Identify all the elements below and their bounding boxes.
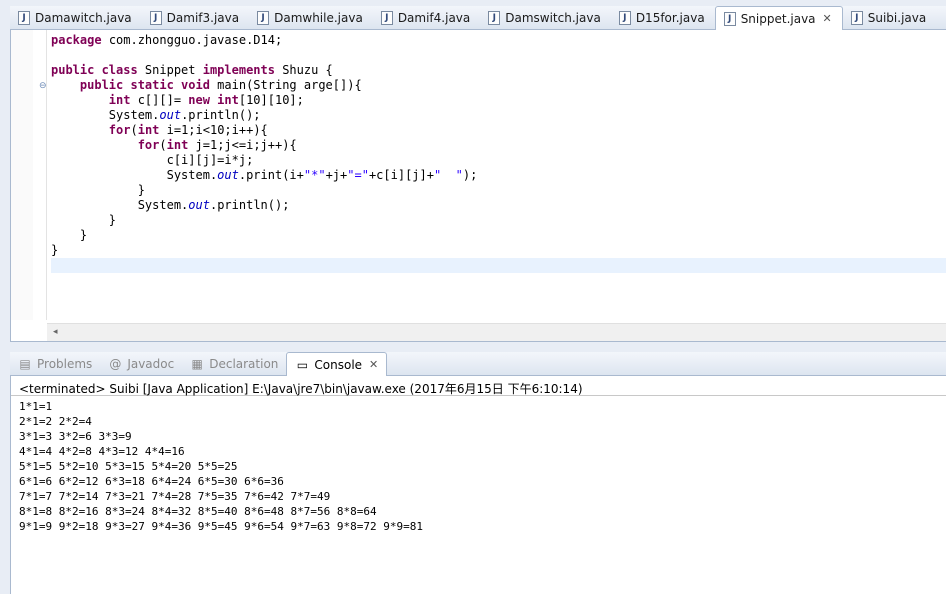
code-line: } xyxy=(51,243,59,257)
java-file-icon: J xyxy=(18,10,30,25)
tab-label: Damif4.java xyxy=(397,10,471,25)
code-line: int c[][]= new int[10][10]; xyxy=(108,93,304,107)
output-line: 5*1=5 5*2=10 5*3=15 5*4=20 5*5=25 xyxy=(19,460,238,473)
java-file-icon: J xyxy=(723,11,736,26)
output-line: 2*1=2 2*2=4 xyxy=(19,415,92,428)
code-line: for(int j=1;j<=i;j++){ xyxy=(137,138,297,152)
java-file-icon: J xyxy=(380,10,393,25)
output-line: 4*1=4 4*2=8 4*3=12 4*4=16 xyxy=(19,445,185,458)
scroll-left-icon[interactable]: ◂ xyxy=(53,327,58,337)
tab-suibi[interactable]: J Suibi.java xyxy=(843,6,936,29)
output-line: 8*1=8 8*2=16 8*3=24 8*4=32 8*5=40 8*6=48… xyxy=(19,505,377,518)
overview-ruler xyxy=(33,30,47,320)
output-line: 7*1=7 7*2=14 7*3=21 7*4=28 7*5=35 7*6=42… xyxy=(19,490,331,503)
java-file-icon: J xyxy=(850,10,863,25)
console-output[interactable]: 1*1=1 2*1=2 2*2=4 3*1=3 3*2=6 3*3=9 4*1=… xyxy=(11,396,946,534)
tab-label: Declaration xyxy=(209,356,279,371)
tab-d15for[interactable]: J D15for.java xyxy=(611,6,715,29)
tab-label: Suibi.java xyxy=(867,10,927,25)
at-icon: @ xyxy=(109,356,122,371)
editor-tab-bar: J Damawitch.java J Damif3.java J Damwhile.j… xyxy=(10,6,946,30)
tab-label: Damawitch.java xyxy=(35,10,132,25)
tab-label: Javadoc xyxy=(127,356,175,371)
tab-damawitch[interactable]: J Damawitch.java xyxy=(10,6,142,29)
problems-icon: ▤ xyxy=(19,356,31,371)
tab-damif4[interactable]: J Damif4.java xyxy=(373,6,480,29)
java-file-icon: J xyxy=(257,10,270,25)
tab-label: Problems xyxy=(37,356,93,371)
tab-label: Console xyxy=(314,357,363,372)
java-file-icon: J xyxy=(618,10,631,25)
code-editor[interactable]: ⊖ package com.zhongguo.javase.D14; publi… xyxy=(10,30,946,342)
tab-problems[interactable]: ▤ Problems xyxy=(10,352,100,375)
tab-label: Damwhile.java xyxy=(274,10,363,25)
code-line: for(int i=1;i<10;i++){ xyxy=(108,123,268,137)
output-line: 1*1=1 xyxy=(19,400,53,413)
view-tab-bar: ▤ Problems @ Javadoc ▦ Declaration ▭ Console… xyxy=(10,352,946,376)
vertical-ruler xyxy=(11,30,33,320)
output-line: 6*1=6 6*2=12 6*3=18 6*4=24 6*5=30 6*6=36 xyxy=(19,475,284,488)
output-line: 9*1=9 9*2=18 9*3=27 9*4=36 9*5=45 9*6=54… xyxy=(19,520,423,533)
code-line: public class Snippet implements Shuzu { xyxy=(51,63,333,77)
tab-label: D15for.java xyxy=(635,10,705,25)
tab-label: Damif3.java xyxy=(166,10,240,25)
output-line: 3*1=3 3*2=6 3*3=9 xyxy=(19,430,132,443)
tab-declaration[interactable]: ▦ Declaration xyxy=(182,352,286,375)
code-area[interactable]: package com.zhongguo.javase.D14; public … xyxy=(51,33,946,273)
code-line: System.out.println(); xyxy=(51,198,290,212)
code-line: } xyxy=(51,228,88,242)
tab-damif3[interactable]: J Damif3.java xyxy=(142,6,249,29)
java-file-icon: J xyxy=(488,10,501,25)
close-icon[interactable]: ✕ xyxy=(823,12,832,25)
code-line: package com.zhongguo.javase.D14; xyxy=(51,33,283,47)
close-icon[interactable]: ✕ xyxy=(369,358,378,371)
current-line[interactable] xyxy=(51,258,946,273)
code-line: } xyxy=(51,213,117,227)
code-line: System.out.println(); xyxy=(51,108,261,122)
tab-javadoc[interactable]: @ Javadoc xyxy=(100,352,182,375)
tab-label: Damswitch.java xyxy=(505,10,601,25)
tab-snippet[interactable]: J Snippet.java ✕ xyxy=(714,6,843,30)
code-line: c[i][j]=i*j; xyxy=(51,153,254,167)
declaration-icon: ▦ xyxy=(191,356,203,371)
code-line: System.out.print(i+"*"+j+"="+c[i][j]+" "… xyxy=(51,168,478,182)
java-file-icon: J xyxy=(149,10,162,25)
code-line: } xyxy=(51,183,145,197)
tab-damswitch[interactable]: J Damswitch.java xyxy=(480,6,611,29)
tab-damwhile[interactable]: J Damwhile.java xyxy=(249,6,373,29)
console-view[interactable]: <terminated> Suibi [Java Application] E:… xyxy=(10,376,946,594)
collapse-icon[interactable]: ⊖ xyxy=(39,81,47,91)
console-icon: ▭ xyxy=(296,357,309,372)
horizontal-scrollbar[interactable]: ◂ xyxy=(47,323,946,341)
code-line: public static void main(String arge[]){ xyxy=(79,78,362,92)
tab-console[interactable]: ▭ Console ✕ xyxy=(286,352,388,376)
console-status: <terminated> Suibi [Java Application] E:… xyxy=(11,376,946,396)
tab-label: Snippet.java xyxy=(740,11,816,26)
